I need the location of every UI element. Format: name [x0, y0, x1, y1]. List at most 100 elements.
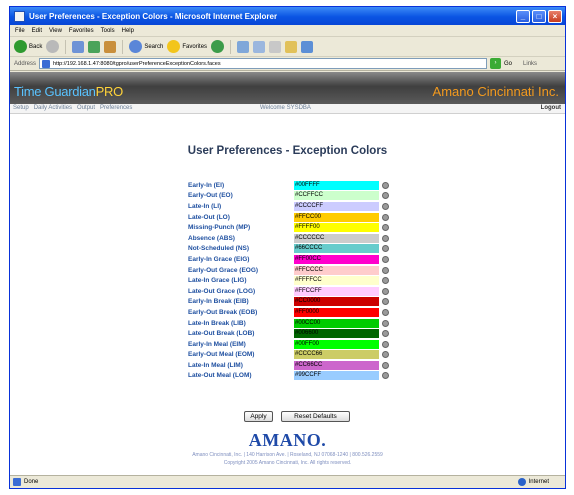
color-picker-icon[interactable] [382, 266, 389, 274]
color-value-input[interactable]: #CCCCFF [294, 201, 379, 211]
color-row-label: Late-In Grace (LIG) [188, 277, 247, 285]
color-row: Late-Out Grace (LOG) #FFCCFF [188, 286, 389, 297]
color-value-input[interactable]: #006600 [294, 329, 379, 339]
color-picker-icon[interactable] [382, 245, 389, 253]
color-row-label: Early-In (EI) [188, 181, 225, 189]
color-row-label: Early-In Break (EIB) [188, 298, 249, 306]
mail-icon[interactable] [253, 40, 266, 53]
color-value-input[interactable]: #FFCC00 [294, 212, 379, 222]
color-value-input[interactable]: #00FFFF [294, 180, 379, 190]
color-picker-icon[interactable] [382, 319, 389, 327]
close-button[interactable]: × [548, 9, 562, 23]
nav-daily-activities[interactable]: Daily Activities [34, 105, 72, 111]
color-row-label: Late-In Break (LIB) [188, 319, 246, 327]
links-label[interactable]: Links [523, 61, 537, 67]
status-text: Done [24, 479, 39, 485]
color-picker-icon[interactable] [382, 372, 389, 380]
color-picker-icon[interactable] [382, 224, 389, 232]
media-icon[interactable] [211, 40, 225, 53]
print-icon[interactable] [269, 40, 282, 53]
nav-preferences[interactable]: Preferences [100, 105, 132, 111]
menu-view[interactable]: View [49, 28, 62, 34]
favorites-label: Favorites [182, 43, 208, 50]
page-title: User Preferences - Exception Colors [187, 145, 388, 157]
forward-button[interactable] [46, 40, 60, 53]
color-picker-icon[interactable] [382, 255, 389, 263]
menu-favorites[interactable]: Favorites [69, 28, 94, 34]
menu-tools[interactable]: Tools [101, 28, 115, 34]
toolbar-separator [230, 39, 232, 54]
menu-help[interactable]: Help [122, 28, 134, 34]
color-row: Late-In Grace (LIG) #FFFFCC [188, 275, 389, 286]
color-row: Absence (ABS) #CCCCCC [188, 233, 389, 244]
color-row-label: Late-In (LI) [188, 202, 222, 210]
color-value-input[interactable]: #FF00CC [294, 254, 379, 264]
nav-output[interactable]: Output [77, 105, 95, 111]
home-icon[interactable] [104, 40, 117, 53]
folder-icon[interactable] [285, 40, 298, 53]
menu-file[interactable]: File [15, 28, 25, 34]
back-button[interactable]: Back [14, 40, 42, 53]
color-row-label: Late-In Meal (LIM) [188, 361, 243, 369]
address-input[interactable]: http://192.168.1.47:8080/tgpro/userPrefe… [39, 58, 488, 69]
refresh-icon[interactable] [88, 40, 101, 53]
apply-button[interactable]: Apply [244, 411, 273, 422]
color-picker-icon[interactable] [382, 298, 389, 306]
color-row: Early-Out Grace (EOG) #FFCCCC [188, 265, 389, 276]
color-picker-icon[interactable] [382, 361, 389, 369]
history-icon[interactable] [237, 40, 250, 53]
nav-setup[interactable]: Setup [13, 105, 29, 111]
color-value-input[interactable]: #00CC00 [294, 318, 379, 328]
color-row: Late-Out Break (LOB) #006600 [188, 328, 389, 339]
color-picker-icon[interactable] [382, 351, 389, 359]
page-icon [42, 59, 51, 68]
color-picker-icon[interactable] [382, 340, 389, 348]
color-picker-icon[interactable] [382, 277, 389, 285]
stop-icon[interactable] [72, 40, 85, 53]
color-value-input[interactable]: #CCCC66 [294, 350, 379, 360]
color-value-input[interactable]: #FF0000 [294, 307, 379, 317]
color-row: Early-Out Meal (EOM) #CCCC66 [188, 350, 389, 361]
favorites-button[interactable]: Favorites [167, 40, 207, 53]
ie-icon [14, 10, 25, 22]
search-button[interactable]: Search [129, 40, 163, 53]
color-row: Late-In Break (LIB) #00CC00 [188, 318, 389, 329]
go-label[interactable]: Go [504, 61, 512, 67]
color-value-input[interactable]: #FFFF00 [294, 223, 379, 233]
color-picker-icon[interactable] [382, 181, 389, 189]
globe-icon [517, 478, 526, 486]
color-row-label: Early-Out Break (EOB) [188, 308, 258, 316]
search-label: Search [144, 43, 164, 50]
color-value-input[interactable]: #FFCCFF [294, 286, 379, 296]
back-arrow-icon [14, 40, 27, 53]
color-value-input[interactable]: #66CCCC [294, 244, 379, 254]
color-value-input[interactable]: #FFFFCC [294, 276, 379, 286]
menu-edit[interactable]: Edit [32, 28, 42, 34]
color-value-input[interactable]: #CC0000 [294, 297, 379, 307]
color-value-input[interactable]: #99CCFF [294, 371, 379, 381]
color-value-input[interactable]: #CC66CC [294, 360, 379, 370]
toolbar-separator [65, 39, 67, 54]
color-value-input[interactable]: #00FF00 [294, 339, 379, 349]
color-picker-icon[interactable] [382, 192, 389, 200]
maximize-button[interactable]: □ [532, 9, 546, 23]
color-picker-icon[interactable] [382, 330, 389, 338]
color-value-input[interactable]: #FFCCCC [294, 265, 379, 275]
minimize-button[interactable]: _ [516, 9, 530, 23]
window-title: User Preferences - Exception Colors - Mi… [29, 11, 278, 21]
color-picker-icon[interactable] [382, 287, 389, 295]
reset-defaults-button[interactable]: Reset Defaults [281, 411, 350, 422]
color-row-label: Late-Out Grace (LOG) [188, 287, 256, 295]
color-value-input[interactable]: #CCCCCC [294, 233, 379, 243]
color-row-label: Missing-Punch (MP) [188, 224, 251, 232]
color-picker-icon[interactable] [382, 234, 389, 242]
logout-link[interactable]: Logout [541, 105, 561, 111]
color-picker-icon[interactable] [382, 308, 389, 316]
color-picker-icon[interactable] [382, 213, 389, 221]
messenger-icon[interactable] [301, 40, 314, 53]
color-row-label: Late-Out Meal (LOM) [188, 372, 252, 380]
color-picker-icon[interactable] [382, 202, 389, 210]
go-arrow-icon[interactable]: › [490, 58, 502, 69]
menu-bar: File Edit View Favorites Tools Help [10, 25, 565, 37]
color-value-input[interactable]: #CCFFCC [294, 191, 379, 201]
